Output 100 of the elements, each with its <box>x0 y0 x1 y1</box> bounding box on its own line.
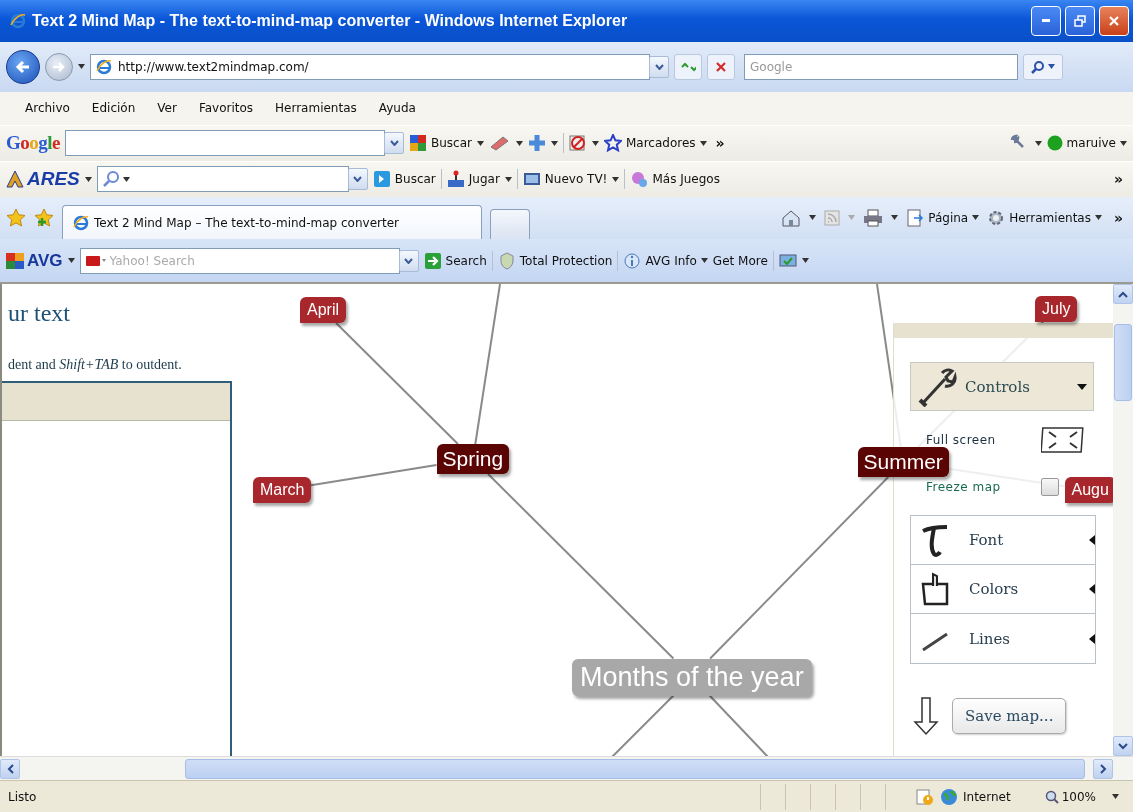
menu-item[interactable]: Ayuda <box>367 101 427 116</box>
caret-icon[interactable] <box>84 176 92 182</box>
freeze-checkbox[interactable] <box>1041 477 1059 496</box>
page-heading: ur text <box>7 300 71 328</box>
mind-map-node[interactable]: July <box>1035 296 1078 323</box>
chevron-down-icon <box>404 257 414 264</box>
toolbar-button[interactable]: AVG Info <box>623 251 708 270</box>
caret-icon[interactable] <box>122 176 130 182</box>
caret-icon[interactable] <box>612 176 620 182</box>
printer-icon[interactable] <box>863 208 884 227</box>
caret-icon[interactable] <box>504 176 512 182</box>
toolbar-button[interactable]: Search <box>423 251 487 270</box>
caret-icon[interactable] <box>67 258 75 264</box>
caret-icon[interactable] <box>516 140 523 146</box>
text-input-panel[interactable] <box>2 381 232 757</box>
overflow-button[interactable]: » <box>1109 209 1127 226</box>
search-button[interactable] <box>1023 53 1063 80</box>
caret-icon[interactable] <box>809 215 817 221</box>
toolbar-search-field[interactable] <box>96 166 349 193</box>
scroll-thumb[interactable] <box>1114 324 1132 402</box>
dropdown-button[interactable] <box>398 249 419 272</box>
panel-section-button[interactable]: Font <box>911 516 1095 566</box>
wrench-icon <box>917 366 957 407</box>
caret-icon[interactable] <box>700 258 708 264</box>
caret-icon[interactable] <box>972 215 980 221</box>
zoom-button[interactable]: 100% <box>1044 789 1096 804</box>
toolbar-button[interactable]: Total Protection <box>497 251 613 270</box>
fullscreen-icon[interactable] <box>1041 424 1085 455</box>
toolbar-search-field[interactable] <box>65 130 385 157</box>
toolbar-button[interactable]: Nuevo TV! <box>522 170 608 189</box>
controls-button[interactable]: Controls <box>910 362 1094 412</box>
add-favorites-icon[interactable] <box>34 207 54 228</box>
menu-item[interactable]: Ver <box>146 101 188 116</box>
caret-icon[interactable] <box>891 215 899 221</box>
restore-button[interactable] <box>1065 5 1095 36</box>
toolbar-button[interactable]: Jugar <box>446 170 500 189</box>
scroll-right-button[interactable] <box>1093 758 1113 779</box>
scroll-down-button[interactable] <box>1113 736 1133 757</box>
menu-item[interactable]: Herramientas <box>264 101 368 116</box>
overflow-button[interactable]: » <box>1109 171 1127 188</box>
caret-icon[interactable] <box>1034 140 1042 146</box>
caret-icon[interactable] <box>551 140 558 146</box>
command-button[interactable]: Página <box>906 208 980 227</box>
back-button[interactable] <box>6 49 40 84</box>
mind-map-node[interactable]: April <box>300 297 346 324</box>
dropdown-button[interactable] <box>649 55 669 78</box>
caret-icon[interactable] <box>699 140 707 146</box>
pencil-icon[interactable] <box>489 135 511 152</box>
scroll-left-button[interactable] <box>0 758 20 779</box>
mind-map-node[interactable]: Summer <box>857 447 949 478</box>
refresh-button[interactable] <box>674 53 702 80</box>
dropdown-button[interactable] <box>347 168 368 191</box>
caret-icon[interactable] <box>1048 64 1055 70</box>
mind-map-node[interactable]: Augu <box>1064 477 1113 504</box>
caret-icon[interactable] <box>78 64 85 70</box>
minimize-button[interactable] <box>1031 5 1061 36</box>
toolbar-button[interactable]: Buscar <box>372 170 436 189</box>
bookmarks-button[interactable]: Marcadores <box>604 134 707 153</box>
caret-icon[interactable] <box>801 258 809 264</box>
scroll-thumb[interactable] <box>185 758 1085 779</box>
command-button[interactable]: Herramientas <box>987 208 1102 227</box>
caret-icon[interactable] <box>1094 215 1102 221</box>
mind-map-node[interactable]: March <box>253 477 312 504</box>
account-button[interactable]: maruive <box>1046 135 1127 152</box>
shield-icon <box>497 251 516 270</box>
search-field[interactable]: Google <box>744 53 1018 80</box>
chevron-down-icon <box>353 176 363 183</box>
menu-item[interactable]: Archivo <box>14 101 81 116</box>
close-button[interactable] <box>1099 5 1129 36</box>
address-field[interactable]: http://www.text2mindmap.com/ <box>90 53 650 80</box>
dropdown-button[interactable] <box>384 132 404 155</box>
info-icon <box>623 251 642 270</box>
scroll-up-button[interactable] <box>1113 284 1133 305</box>
blocker-icon[interactable] <box>569 134 587 153</box>
plus-icon[interactable] <box>528 134 546 153</box>
browser-tab[interactable]: Text 2 Mind Map – The text-to-mind-map converter <box>62 205 482 240</box>
forward-button[interactable] <box>45 52 73 81</box>
chevron-down-icon <box>1118 742 1128 750</box>
save-map-button[interactable]: Save map... <box>952 698 1067 735</box>
horizontal-scrollbar[interactable] <box>0 756 1133 781</box>
caret-icon[interactable] <box>1112 794 1119 799</box>
toolbar-button[interactable]: Más Juegos <box>630 170 720 189</box>
home-icon[interactable] <box>781 208 802 227</box>
toolbar-button[interactable]: Get More <box>712 253 768 268</box>
caret-icon[interactable] <box>477 140 484 146</box>
overflow-button[interactable]: » <box>711 135 729 152</box>
stop-button[interactable] <box>707 53 735 80</box>
search-box[interactable]: Yahoo! Search <box>79 247 400 274</box>
panel-section-button[interactable]: Colors <box>911 565 1095 615</box>
menu-item[interactable]: Favoritos <box>187 101 265 116</box>
menu-item[interactable]: Edición <box>80 101 147 116</box>
caret-icon[interactable] <box>592 140 599 146</box>
ares-mark-icon <box>6 170 24 189</box>
vertical-scrollbar[interactable] <box>1113 284 1133 757</box>
favorites-star-icon[interactable] <box>6 207 26 228</box>
web-search-button[interactable]: Buscar <box>409 134 472 153</box>
close-icon <box>1108 14 1120 27</box>
caret-icon[interactable] <box>1120 140 1127 146</box>
panel-section-button[interactable]: Lines <box>911 614 1095 664</box>
mind-map-node[interactable]: Spring <box>436 444 510 475</box>
